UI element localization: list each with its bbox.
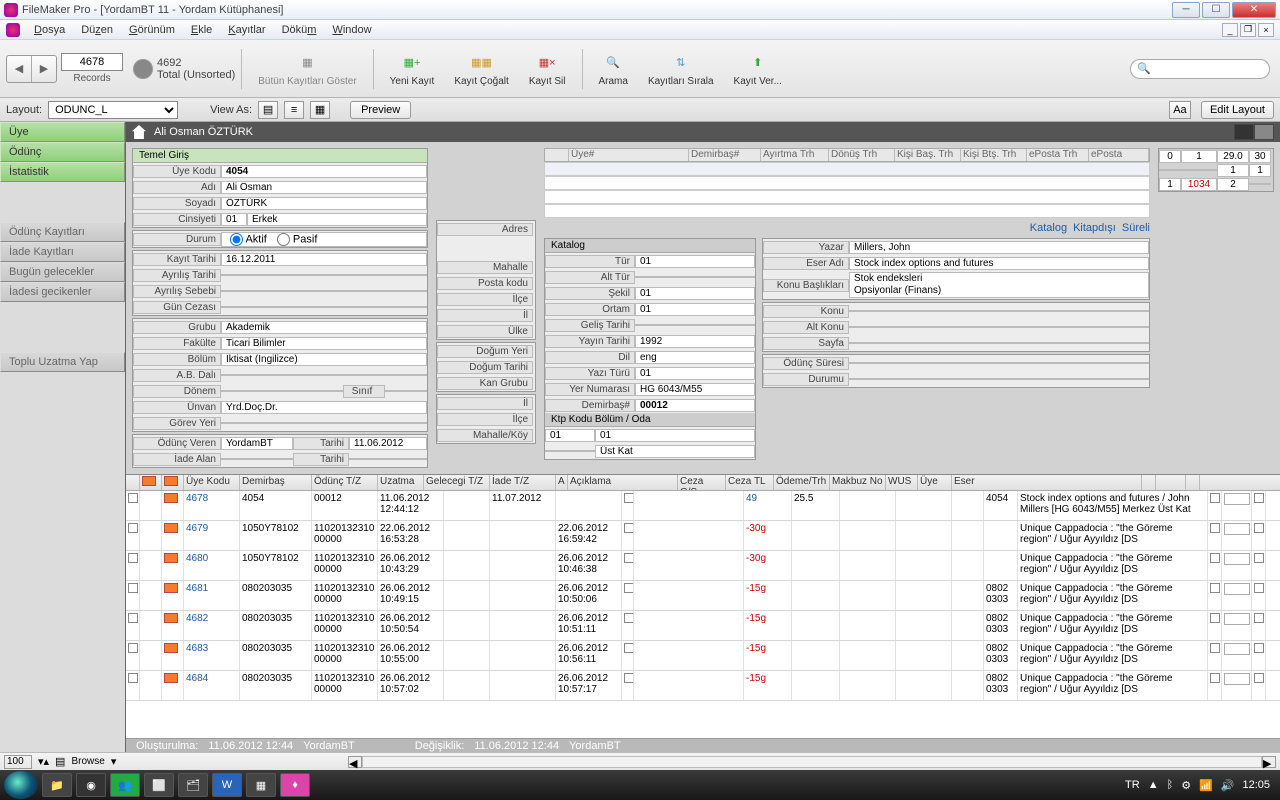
view-toggle-1[interactable] bbox=[1234, 124, 1254, 140]
sidebar: Üye Ödünç İstatistik Ödünç Kayıtları İad… bbox=[0, 122, 126, 752]
layout-label: Layout: bbox=[6, 104, 42, 116]
table-row[interactable]: 46801050Y7810211020132310 0000026.06.201… bbox=[126, 551, 1280, 581]
tray-lang[interactable]: TR bbox=[1125, 779, 1140, 791]
record-header: Ali Osman ÖZTÜRK bbox=[126, 122, 1280, 142]
sidebar-iade-kayit[interactable]: İade Kayıtları bbox=[0, 242, 125, 262]
adi-field[interactable]: Ali Osman bbox=[221, 181, 427, 194]
uye-kodu-field[interactable]: 4054 bbox=[221, 165, 427, 178]
status-bar: 100 ▾▴ ▤ Browse ▾ ◀▶ bbox=[0, 752, 1280, 770]
next-record-button[interactable]: ▶ bbox=[32, 56, 56, 82]
table-row[interactable]: 468408020303511020132310 0000026.06.2012… bbox=[126, 671, 1280, 701]
task-word[interactable]: W bbox=[212, 773, 242, 797]
fs-temel-title: Temel Giriş bbox=[133, 149, 427, 163]
menu-ekle[interactable]: Ekle bbox=[183, 22, 220, 38]
title-bar: FileMaker Pro - [YordamBT 11 - Yordam Kü… bbox=[0, 0, 1280, 20]
task-pink[interactable]: ♦ bbox=[280, 773, 310, 797]
menu-window[interactable]: Window bbox=[324, 22, 379, 38]
minimize-button[interactable]: ─ bbox=[1172, 2, 1200, 18]
quick-search[interactable]: 🔍 bbox=[1130, 59, 1270, 79]
search-icon: 🔍 bbox=[1137, 62, 1151, 75]
show-all-button[interactable]: ▦Bütün Kayıtları Göster bbox=[248, 50, 366, 87]
menu-dokum[interactable]: Döküm bbox=[274, 22, 325, 38]
tray-flag-icon[interactable]: ▲ bbox=[1148, 779, 1159, 791]
mdi-min[interactable]: _ bbox=[1222, 23, 1238, 37]
total-text: 4692Total (Unsorted) bbox=[157, 57, 235, 81]
prev-record-button[interactable]: ◀ bbox=[7, 56, 31, 82]
dup-record-button[interactable]: ▦▦Kayıt Çoğalt bbox=[444, 50, 518, 87]
link-kitapdisi[interactable]: Kitapdışı bbox=[1073, 222, 1116, 234]
menu-bar: Dosya Düzen Görünüm Ekle Kayıtlar Döküm … bbox=[0, 20, 1280, 40]
view-list-button[interactable]: ≡ bbox=[284, 101, 304, 119]
text-format-button[interactable]: Aa bbox=[1169, 101, 1191, 119]
zoom-level[interactable]: 100 bbox=[4, 755, 32, 769]
table-row[interactable]: 46791050Y7810211020132310 0000022.06.201… bbox=[126, 521, 1280, 551]
taskbar: 📁 ◉ 👥 ⬜ 🗂 W ▦ ♦ TR ▲ ᛒ ⚙ 📶 🔊 12:05 bbox=[0, 770, 1280, 800]
menu-duzen[interactable]: Düzen bbox=[73, 22, 121, 38]
mdi-close[interactable]: × bbox=[1258, 23, 1274, 37]
save-button[interactable]: ⬆Kayıt Ver... bbox=[724, 50, 792, 87]
find-button[interactable]: 🔍Arama bbox=[589, 50, 638, 87]
sidebar-bugun[interactable]: Bugün gelecekler bbox=[0, 262, 125, 282]
person-name: Ali Osman ÖZTÜRK bbox=[154, 126, 253, 138]
tray-net-icon[interactable]: ⚙ bbox=[1181, 779, 1191, 792]
preview-button[interactable]: Preview bbox=[350, 101, 411, 119]
soyadi-field[interactable]: ÖZTÜRK bbox=[221, 197, 427, 210]
del-record-button[interactable]: ▦×Kayıt Sil bbox=[519, 50, 576, 87]
sidebar-uye[interactable]: Üye bbox=[0, 122, 125, 142]
portal-row[interactable] bbox=[544, 162, 1150, 176]
sidebar-odunc[interactable]: Ödünç bbox=[0, 142, 125, 162]
viewas-label: View As: bbox=[210, 104, 252, 116]
close-button[interactable]: ✕ bbox=[1232, 2, 1276, 18]
task-app1[interactable]: 👥 bbox=[110, 773, 140, 797]
task-explorer[interactable]: 📁 bbox=[42, 773, 72, 797]
tray-wifi-icon[interactable]: 📶 bbox=[1199, 779, 1213, 792]
tray-bt-icon[interactable]: ᛒ bbox=[1167, 779, 1174, 791]
sidebar-odunc-kayit[interactable]: Ödünç Kayıtları bbox=[0, 222, 125, 242]
maximize-button[interactable]: ☐ bbox=[1202, 2, 1230, 18]
layout-select[interactable]: ODUNC_L bbox=[48, 101, 178, 119]
sidebar-istatistik[interactable]: İstatistik bbox=[0, 162, 125, 182]
records-table: Üye KoduDemirbaşÖdünç T/ZUzatmaGelecegi … bbox=[126, 474, 1280, 752]
link-katalog[interactable]: Katalog bbox=[1030, 222, 1067, 234]
tray-clock[interactable]: 12:05 bbox=[1242, 779, 1270, 791]
toolbar: ◀ ▶ Records 4692Total (Unsorted) ▦Bütün … bbox=[0, 40, 1280, 98]
footer-info: Oluşturulma:11.06.2012 12:44YordamBT Değ… bbox=[126, 738, 1280, 752]
view-toggle-2[interactable] bbox=[1254, 124, 1274, 140]
home-icon[interactable] bbox=[132, 125, 146, 139]
menu-kayitlar[interactable]: Kayıtlar bbox=[220, 22, 273, 38]
durum-aktif[interactable]: Aktif bbox=[230, 233, 267, 246]
portal-header: Üye# Demirbaş# Ayırtma Trh Dönüş Trh Kiş… bbox=[544, 148, 1150, 162]
window-title: FileMaker Pro - [YordamBT 11 - Yordam Kü… bbox=[22, 4, 1172, 16]
app-icon bbox=[4, 3, 18, 17]
tray-vol-icon[interactable]: 🔊 bbox=[1221, 779, 1235, 792]
sidebar-toplu[interactable]: Toplu Uzatma Yap bbox=[0, 352, 125, 372]
records-label: Records bbox=[73, 73, 110, 84]
new-record-button[interactable]: ▦+Yeni Kayıt bbox=[380, 50, 445, 87]
view-table-button[interactable]: ▦ bbox=[310, 101, 330, 119]
task-chrome[interactable]: ◉ bbox=[76, 773, 106, 797]
table-row[interactable]: 467840540001211.06.2012 12:44:1211.07.20… bbox=[126, 491, 1280, 521]
task-fm[interactable]: ▦ bbox=[246, 773, 276, 797]
pie-icon bbox=[133, 59, 153, 79]
edit-layout-button[interactable]: Edit Layout bbox=[1201, 101, 1274, 119]
table-row[interactable]: 468108020303511020132310 0000026.06.2012… bbox=[126, 581, 1280, 611]
zoom-icon[interactable]: ▾▴ bbox=[38, 755, 49, 768]
link-sureli[interactable]: Süreli bbox=[1122, 222, 1150, 234]
record-number-input[interactable] bbox=[61, 53, 123, 71]
durum-pasif[interactable]: Pasif bbox=[277, 233, 318, 246]
menu-gorunum[interactable]: Görünüm bbox=[121, 22, 183, 38]
table-row[interactable]: 468208020303511020132310 0000026.06.2012… bbox=[126, 611, 1280, 641]
task-app3[interactable]: 🗂 bbox=[178, 773, 208, 797]
menu-dosya[interactable]: Dosya bbox=[26, 22, 73, 38]
table-row[interactable]: 468308020303511020132310 0000026.06.2012… bbox=[126, 641, 1280, 671]
task-app2[interactable]: ⬜ bbox=[144, 773, 174, 797]
sort-button[interactable]: ⇅Kayıtları Sırala bbox=[638, 50, 724, 87]
view-form-button[interactable]: ▤ bbox=[258, 101, 278, 119]
mdi-restore[interactable]: ❐ bbox=[1240, 23, 1256, 37]
start-button[interactable] bbox=[4, 771, 38, 799]
app-icon-small bbox=[6, 23, 20, 37]
layout-bar: Layout: ODUNC_L View As: ▤ ≡ ▦ Preview A… bbox=[0, 98, 1280, 122]
sidebar-geciken[interactable]: İadesi gecikenler bbox=[0, 282, 125, 302]
